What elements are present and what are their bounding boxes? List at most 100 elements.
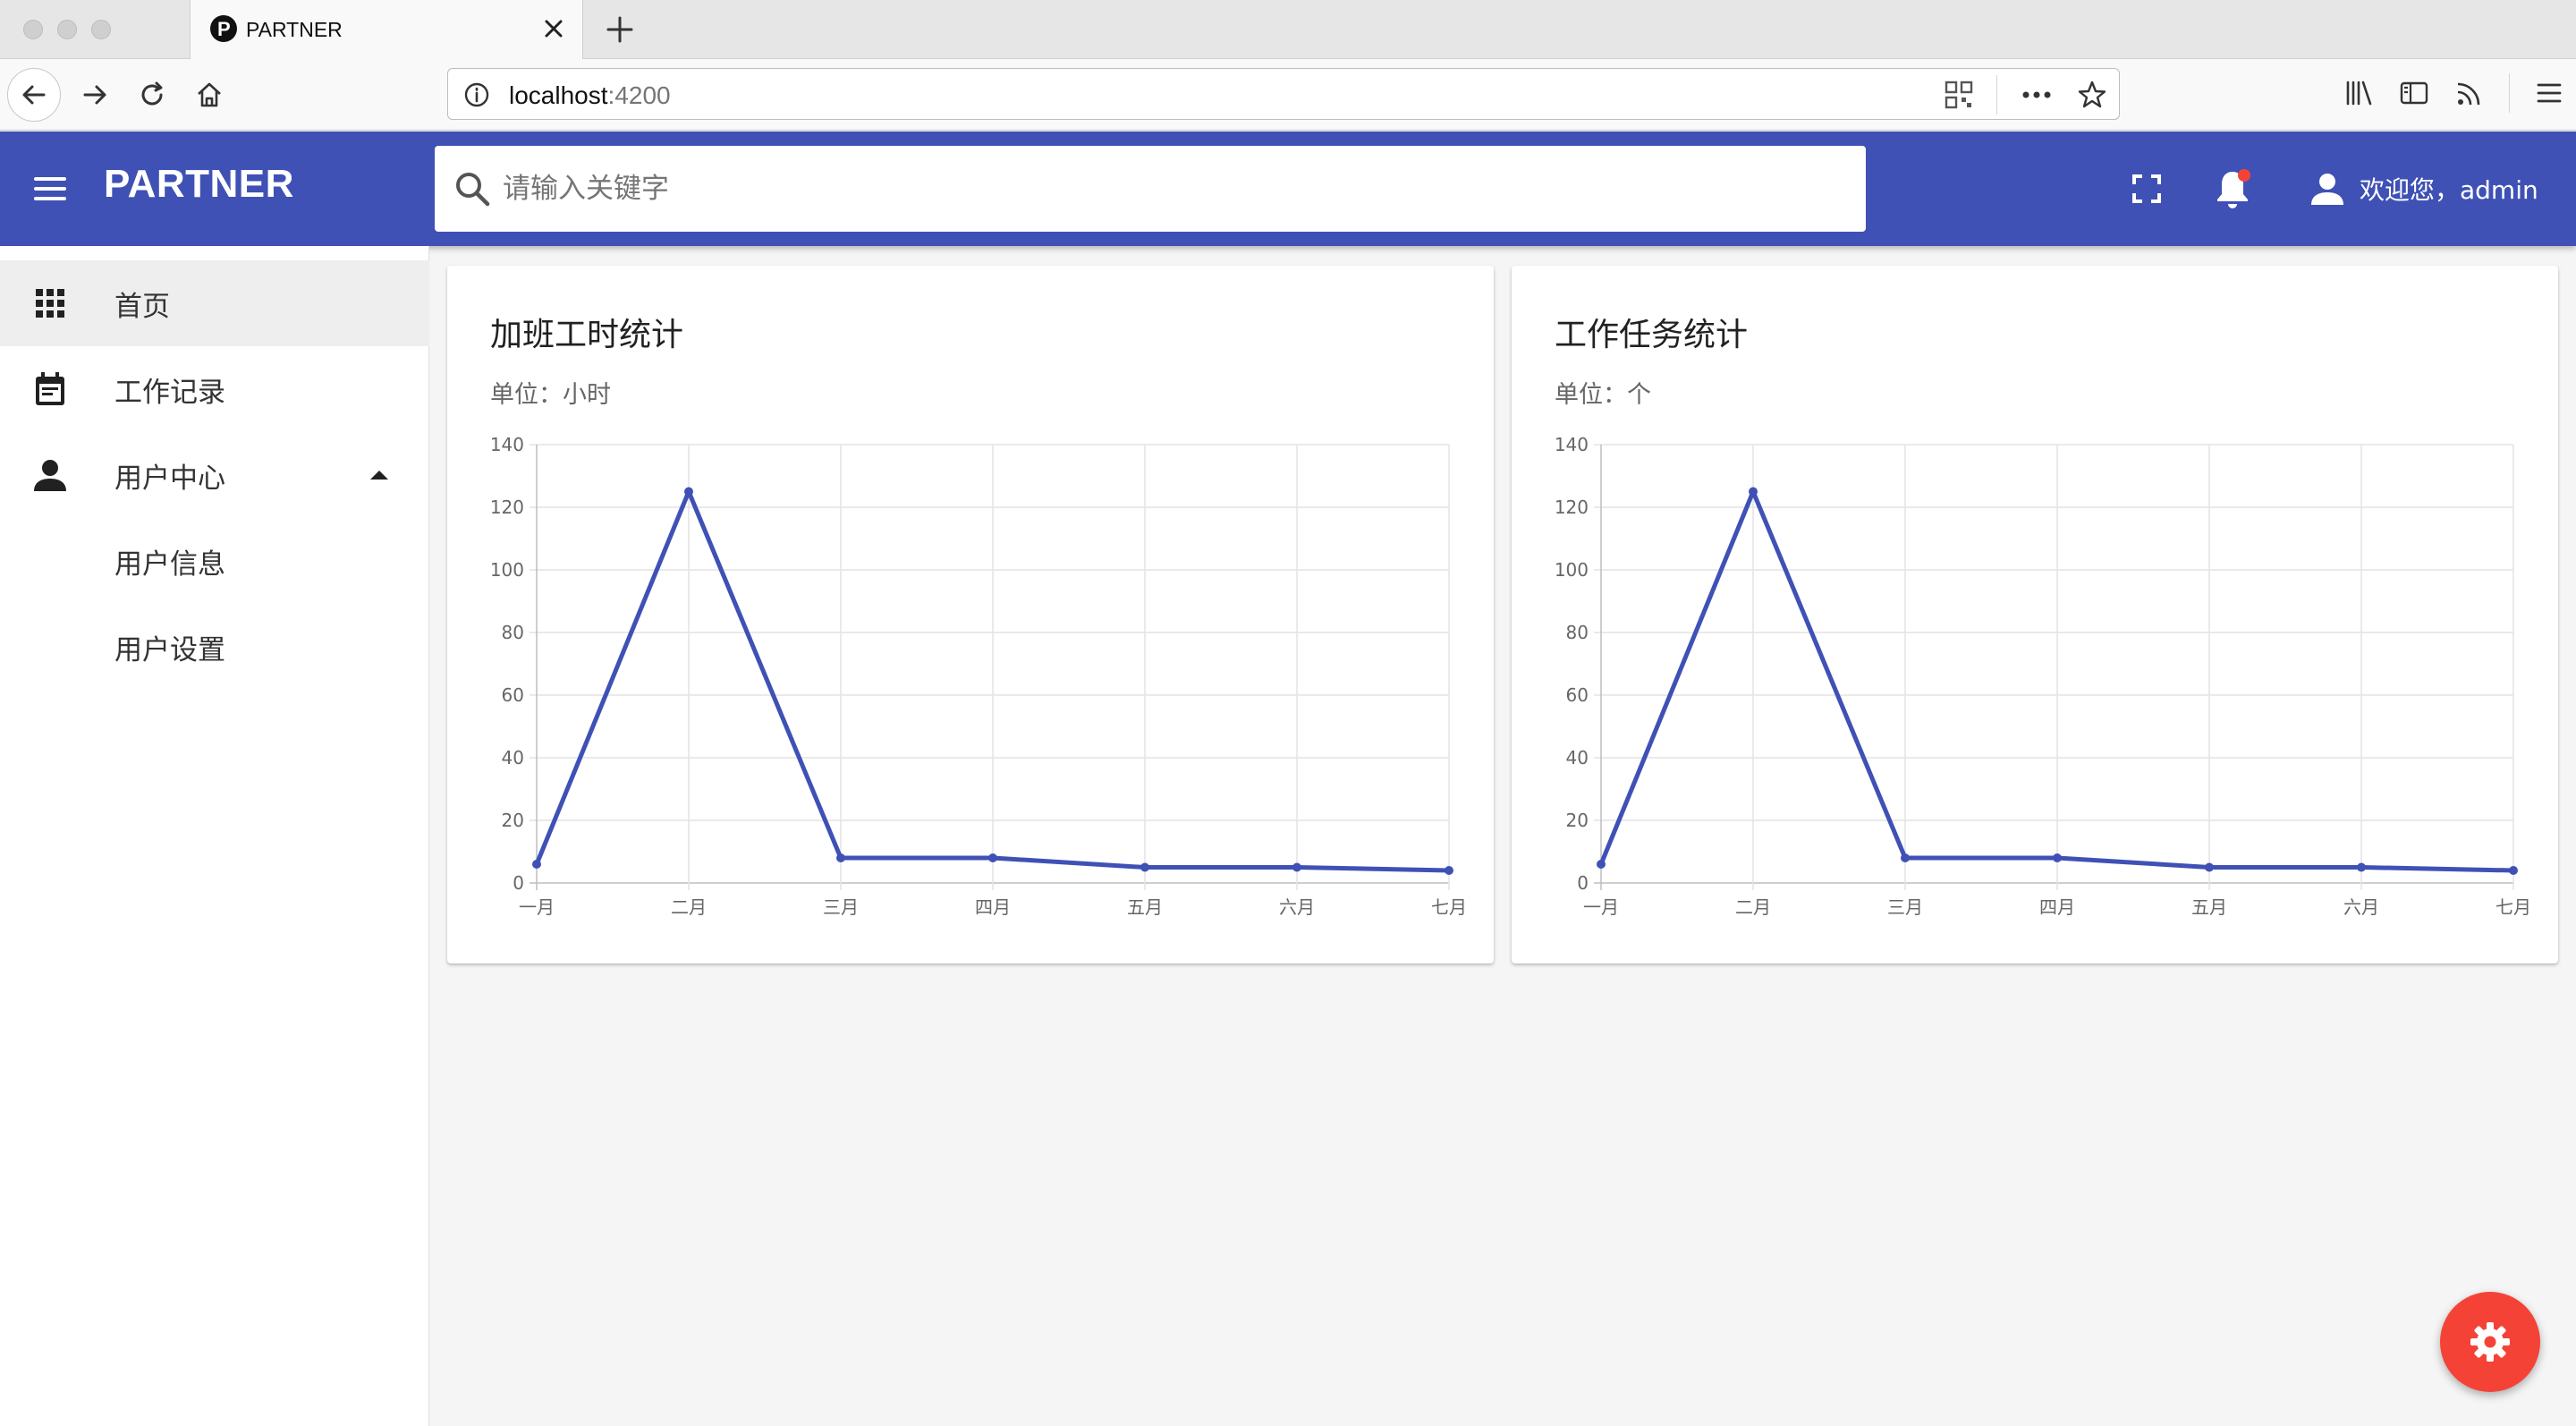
data-point — [836, 853, 845, 862]
sidebar: 首页 工作记录 用户中心 用户信息 用户设置 — [0, 246, 429, 1426]
close-tab-icon[interactable] — [538, 13, 570, 45]
window-minimize-button[interactable] — [57, 20, 77, 39]
rss-icon[interactable] — [2453, 77, 2486, 109]
browser-tab[interactable]: P PARTNER — [190, 0, 583, 59]
sidebar-item-label: 首页 — [114, 290, 170, 323]
home-button[interactable] — [182, 68, 236, 122]
sidebar-toggle-icon[interactable] — [2398, 77, 2430, 109]
task-line-chart: 0 20 40 60 80 100 120 140 一月 二月 三月 四月 五月 六月 七月 — [1555, 436, 2531, 918]
data-point — [1292, 862, 1301, 872]
x-tick-label: 六月 — [2343, 896, 2379, 918]
fullscreen-button[interactable] — [2122, 164, 2172, 214]
sidebar-item-label: 用户设置 — [114, 633, 225, 666]
settings-fab[interactable] — [2440, 1292, 2540, 1392]
y-tick-label: 80 — [502, 622, 524, 643]
card-title: 工作任务统计 — [1555, 317, 1749, 353]
x-tick-label: 七月 — [1431, 896, 1467, 918]
y-tick-label: 120 — [1555, 497, 1589, 518]
home-icon — [198, 82, 221, 107]
window-close-button[interactable] — [23, 20, 43, 39]
y-tick-label: 20 — [502, 810, 524, 831]
y-tick-label: 100 — [1555, 559, 1589, 581]
menu-icon[interactable] — [29, 167, 72, 210]
y-tick-label: 40 — [1566, 747, 1589, 768]
browser-tab-bar: P PARTNER — [0, 0, 2576, 59]
app-brand[interactable]: PARTNER — [104, 162, 294, 207]
y-tick-label: 60 — [1566, 684, 1589, 706]
svg-text:P: P — [217, 18, 231, 40]
y-tick-label: 0 — [513, 872, 524, 894]
sidebar-item-home[interactable]: 首页 — [0, 260, 429, 346]
y-tick-label: 100 — [490, 559, 524, 581]
x-tick-label: 三月 — [823, 896, 859, 918]
x-tick-label: 五月 — [2191, 896, 2227, 918]
app-toolbar: PARTNER 欢迎您，admin — [0, 132, 2576, 246]
search-icon — [456, 173, 490, 207]
divider — [1996, 75, 1997, 115]
y-tick-label: 140 — [1555, 436, 1589, 455]
data-point — [532, 860, 541, 869]
overtime-line-chart: 0 20 40 60 80 100 120 140 一月 二月 三月 四月 五月 六月 七月 — [490, 436, 1467, 918]
caret-up-icon — [370, 471, 388, 480]
data-point — [1597, 860, 1606, 869]
reload-button[interactable] — [125, 68, 179, 122]
sidebar-item-label: 用户信息 — [114, 547, 225, 581]
back-button[interactable] — [7, 68, 61, 122]
calendar-icon — [36, 372, 64, 405]
info-icon[interactable] — [462, 81, 491, 109]
notification-badge — [2238, 169, 2250, 182]
y-tick-label: 60 — [502, 684, 524, 706]
y-tick-label: 140 — [490, 436, 524, 455]
x-tick-label: 二月 — [1735, 896, 1771, 918]
url-text[interactable]: localhost:4200 — [509, 81, 671, 110]
y-tick-label: 0 — [1577, 872, 1589, 894]
bookmark-star-icon[interactable] — [2076, 79, 2108, 111]
card-subtitle: 单位：个 — [1555, 381, 1651, 409]
arrow-left-icon — [22, 85, 46, 105]
data-point — [684, 487, 693, 497]
sidebar-item-user-info[interactable]: 用户信息 — [0, 518, 429, 604]
apps-grid-icon — [36, 289, 64, 318]
fullscreen-icon — [2132, 174, 2161, 203]
y-tick-label: 20 — [1566, 810, 1589, 831]
sidebar-item-label: 用户中心 — [114, 462, 225, 495]
notifications-button[interactable] — [2207, 164, 2258, 214]
partner-favicon-icon: P — [210, 15, 237, 42]
forward-button[interactable] — [68, 68, 122, 122]
sidebar-item-label: 工作记录 — [114, 376, 225, 409]
address-bar[interactable]: localhost:4200 — [447, 68, 2120, 120]
data-point — [988, 853, 997, 862]
x-tick-label: 三月 — [1887, 896, 1923, 918]
data-point — [2509, 866, 2518, 875]
address-bar-actions — [1943, 75, 2108, 115]
x-tick-label: 六月 — [1279, 896, 1315, 918]
x-tick-label: 一月 — [519, 896, 555, 918]
library-icon[interactable] — [2343, 77, 2375, 109]
window-zoom-button[interactable] — [91, 20, 111, 39]
x-tick-label: 一月 — [1583, 896, 1619, 918]
overtime-stats-card: 加班工时统计 单位：小时 0 20 40 60 80 100 120 140 一月 二月 三月 四月 五… — [447, 266, 1494, 963]
data-point — [1140, 862, 1149, 872]
card-subtitle: 单位：小时 — [490, 381, 611, 409]
sidebar-item-work-log[interactable]: 工作记录 — [0, 346, 429, 432]
data-point — [1749, 487, 1758, 497]
user-greeting: 欢迎您，admin — [2360, 175, 2538, 205]
arrow-right-icon — [83, 85, 106, 105]
task-stats-card: 工作任务统计 单位：个 0 20 40 60 80 100 120 140 一月 二月 三月 四月 五月… — [1512, 266, 2558, 963]
data-point — [2357, 862, 2366, 872]
y-tick-label: 80 — [1566, 622, 1589, 643]
account-icon — [2311, 174, 2343, 205]
sidebar-item-user-center[interactable]: 用户中心 — [0, 432, 429, 518]
more-actions-icon[interactable] — [2019, 79, 2055, 111]
browser-nav-bar: localhost:4200 — [0, 59, 2576, 131]
card-title: 加班工时统计 — [490, 317, 684, 353]
user-menu[interactable]: 欢迎您，admin — [2308, 164, 2538, 214]
search-input[interactable] — [503, 146, 1844, 232]
x-tick-label: 四月 — [975, 896, 1011, 918]
data-point — [2205, 862, 2214, 872]
sidebar-item-user-settings[interactable]: 用户设置 — [0, 604, 429, 690]
hamburger-menu-icon[interactable] — [2533, 77, 2565, 109]
person-icon — [34, 460, 66, 491]
new-tab-icon[interactable] — [601, 11, 639, 48]
qr-code-icon[interactable] — [1943, 79, 1975, 111]
